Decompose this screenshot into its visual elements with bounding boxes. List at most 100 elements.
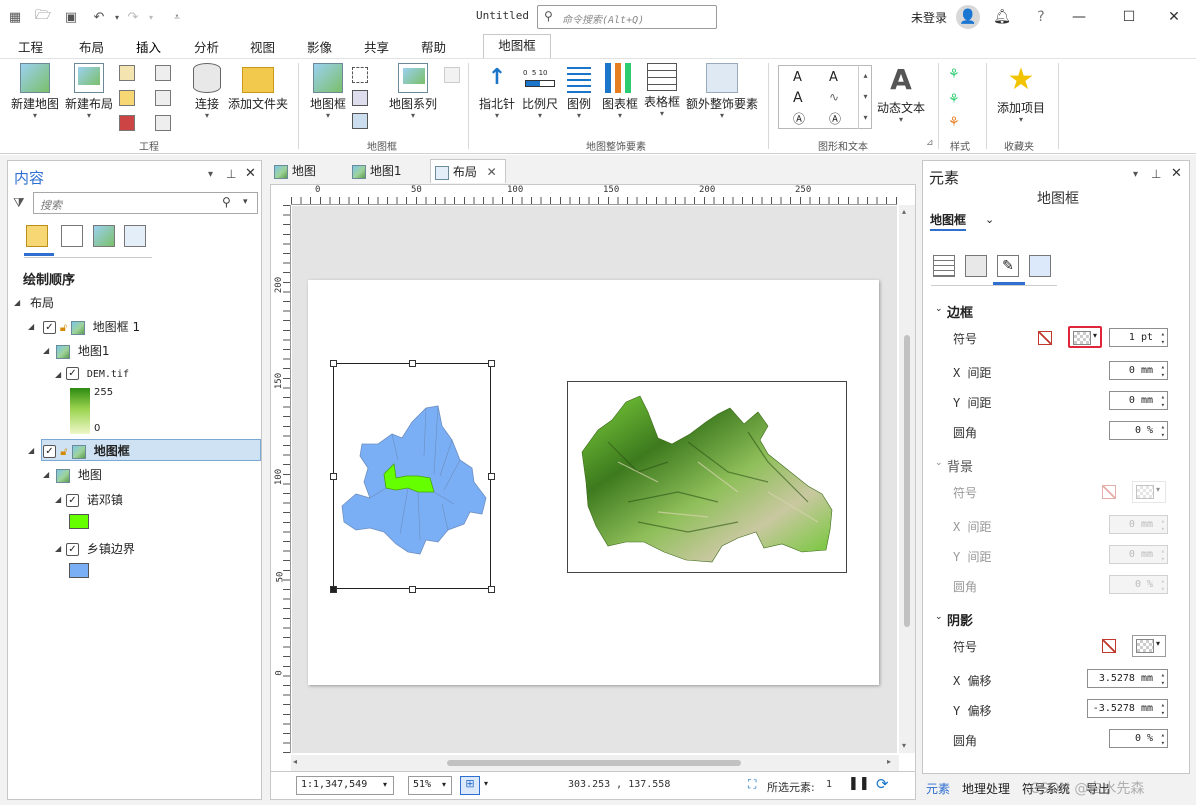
lock-icon[interactable]: 🔓︎ xyxy=(60,321,67,334)
collapse-icon[interactable]: ⌄ xyxy=(935,612,943,622)
contents-search-input[interactable]: 搜索 ⚲ ▾ xyxy=(33,192,258,214)
expand-icon[interactable]: ◢ xyxy=(43,346,49,355)
tree-layer-boundary[interactable]: ✓ 乡镇边界 xyxy=(66,540,135,557)
new-report-icon[interactable] xyxy=(119,65,135,81)
horizontal-scrollbar[interactable]: ◂ ▸ xyxy=(291,755,899,771)
curved-text-icon[interactable]: ∿ xyxy=(829,90,839,104)
connect-button[interactable]: 连接 ▾ xyxy=(190,61,224,120)
tree-layer-town[interactable]: ✓ 诺邓镇 xyxy=(66,491,123,508)
map-frame-button[interactable]: 地图框 ▾ xyxy=(308,61,348,120)
element-selector[interactable]: 地图框 xyxy=(930,211,967,231)
expand-icon[interactable]: ◢ xyxy=(14,298,20,307)
border-width-spinner[interactable]: 1 pt xyxy=(1109,328,1168,347)
x-gap-spinner[interactable]: 0 mm xyxy=(1109,361,1168,380)
resize-handle[interactable] xyxy=(488,586,495,593)
close-button[interactable]: ✕ xyxy=(1163,6,1185,28)
circle-text-icon[interactable]: Ⓐ xyxy=(793,110,805,127)
command-search-input[interactable]: ⚲ 命令搜索(Alt+Q) xyxy=(537,5,717,29)
close-pane-icon[interactable]: ✕ xyxy=(1171,166,1182,181)
refresh-icon[interactable]: ⟳ xyxy=(876,775,889,793)
table-frame-button[interactable]: 表格框 ▾ xyxy=(642,61,682,118)
zoom-dropdown[interactable]: 51% ▾ xyxy=(408,776,452,795)
tab-element[interactable]: 元素 xyxy=(926,780,950,797)
placement-tab-icon[interactable] xyxy=(965,255,987,277)
vertical-scroll-thumb[interactable] xyxy=(904,335,910,627)
close-tab-icon[interactable]: ✕ xyxy=(487,165,497,179)
scroll-up-icon[interactable]: ▴ xyxy=(902,207,906,216)
editing-view-icon[interactable] xyxy=(93,225,115,247)
search-icon[interactable]: ⚲ xyxy=(222,195,231,209)
scroll-left-icon[interactable]: ◂ xyxy=(293,757,297,766)
disabled-frame-icon[interactable] xyxy=(444,67,460,83)
chevron-down-icon[interactable]: ▾ xyxy=(484,779,488,788)
dynamic-text-button[interactable]: A 动态文本 ▾ xyxy=(876,61,926,124)
save-icon[interactable]: ▣ xyxy=(62,8,80,26)
tree-dem-layer[interactable]: ✓ DEM.tif xyxy=(66,366,129,380)
text-a-icon[interactable]: A xyxy=(793,90,803,106)
tab-project[interactable]: 工程 xyxy=(18,37,43,56)
visibility-checkbox[interactable]: ✓ xyxy=(43,321,56,334)
collapse-icon[interactable]: ⌄ xyxy=(935,458,943,468)
import-icon[interactable] xyxy=(119,90,135,106)
tab-geoprocessing[interactable]: 地理处理 xyxy=(962,780,1010,797)
tab-view[interactable]: 视图 xyxy=(250,37,275,56)
tree-map-frame[interactable]: ✓ 🔓︎ 地图框 xyxy=(43,442,130,459)
shadow-x-offset-spinner[interactable]: 3.5278 mm xyxy=(1087,669,1168,688)
resize-handle[interactable] xyxy=(330,586,337,593)
tree-map1[interactable]: 地图1 xyxy=(56,342,109,359)
pause-drawing-icon[interactable]: ❚❚ xyxy=(848,776,870,791)
open-project-icon[interactable]: 🗁 xyxy=(34,8,52,26)
maximize-button[interactable]: ☐ xyxy=(1118,6,1140,28)
visibility-checkbox[interactable]: ✓ xyxy=(66,367,79,380)
snapping-view-icon[interactable] xyxy=(124,225,146,247)
collapse-icon[interactable]: ⌄ xyxy=(935,304,943,314)
chart-frame-button[interactable]: 图表框 ▾ xyxy=(600,61,640,120)
expand-icon[interactable]: ◢ xyxy=(28,322,34,331)
minimize-button[interactable]: — xyxy=(1068,6,1090,28)
resize-handle[interactable] xyxy=(488,473,495,480)
extra-surround-button[interactable]: 额外整饰要素 ▾ xyxy=(685,61,759,120)
new-map-button[interactable]: 新建地图 ▾ xyxy=(10,61,60,120)
grid-frame-icon[interactable] xyxy=(352,90,368,106)
close-pane-icon[interactable]: ✕ xyxy=(245,166,256,181)
visibility-checkbox[interactable]: ✓ xyxy=(43,445,56,458)
pane-options-icon[interactable]: ▾ xyxy=(1133,169,1138,180)
help-icon[interactable]: ? xyxy=(1030,6,1052,28)
tab-imagery[interactable]: 影像 xyxy=(307,37,332,56)
style-manage-icon[interactable]: ⚘ xyxy=(948,115,964,131)
selection-view-icon[interactable] xyxy=(61,225,83,247)
resize-handle[interactable] xyxy=(330,473,337,480)
python-icon[interactable] xyxy=(155,115,171,131)
task-icon[interactable] xyxy=(155,90,171,106)
tab-analysis[interactable]: 分析 xyxy=(194,37,219,56)
lock-icon[interactable]: 🔓︎ xyxy=(60,445,67,458)
y-gap-spinner[interactable]: 0 mm xyxy=(1109,391,1168,410)
shadow-y-offset-spinner[interactable]: -3.5278 mm xyxy=(1087,699,1168,718)
expand-icon[interactable]: ◢ xyxy=(55,544,61,553)
text-a-icon[interactable]: A xyxy=(793,70,802,85)
toolbox-icon[interactable] xyxy=(119,115,135,131)
drawing-order-icon[interactable] xyxy=(26,225,48,247)
expand-icon[interactable]: ◢ xyxy=(28,446,34,455)
gallery-scroll[interactable]: ▴ ▾ ▾ xyxy=(858,65,872,129)
tab-share[interactable]: 共享 xyxy=(364,37,389,56)
chevron-down-icon[interactable]: ⌄ xyxy=(985,213,994,226)
add-item-button[interactable]: ★ 添加项目 ▾ xyxy=(994,61,1048,124)
town-symbol-swatch[interactable] xyxy=(69,514,89,529)
new-notebook-icon[interactable] xyxy=(155,65,171,81)
expand-icon[interactable]: ◢ xyxy=(55,495,61,504)
no-symbol-icon[interactable] xyxy=(1038,331,1052,345)
dialog-launcher-icon[interactable]: ⊿ xyxy=(926,138,934,148)
display-tab-icon[interactable]: ✎ xyxy=(997,255,1019,277)
doc-tab-map1[interactable]: 地图1 xyxy=(352,159,424,183)
doc-tab-layout[interactable]: 布局 ✕ xyxy=(430,159,506,183)
visibility-checkbox[interactable]: ✓ xyxy=(66,543,79,556)
vertical-scrollbar[interactable]: ▴ ▾ xyxy=(899,205,915,753)
add-style-icon[interactable]: ⚘ xyxy=(948,67,964,83)
tab-insert[interactable]: 插入 xyxy=(136,37,162,61)
resize-handle[interactable] xyxy=(409,360,416,367)
shadow-corner-spinner[interactable]: 0 % xyxy=(1109,729,1168,748)
grid-snap-icon[interactable]: ⊞ xyxy=(460,776,480,795)
tree-map[interactable]: 地图 xyxy=(56,466,102,483)
tab-map-frame-context[interactable]: 地图框 xyxy=(483,34,551,58)
